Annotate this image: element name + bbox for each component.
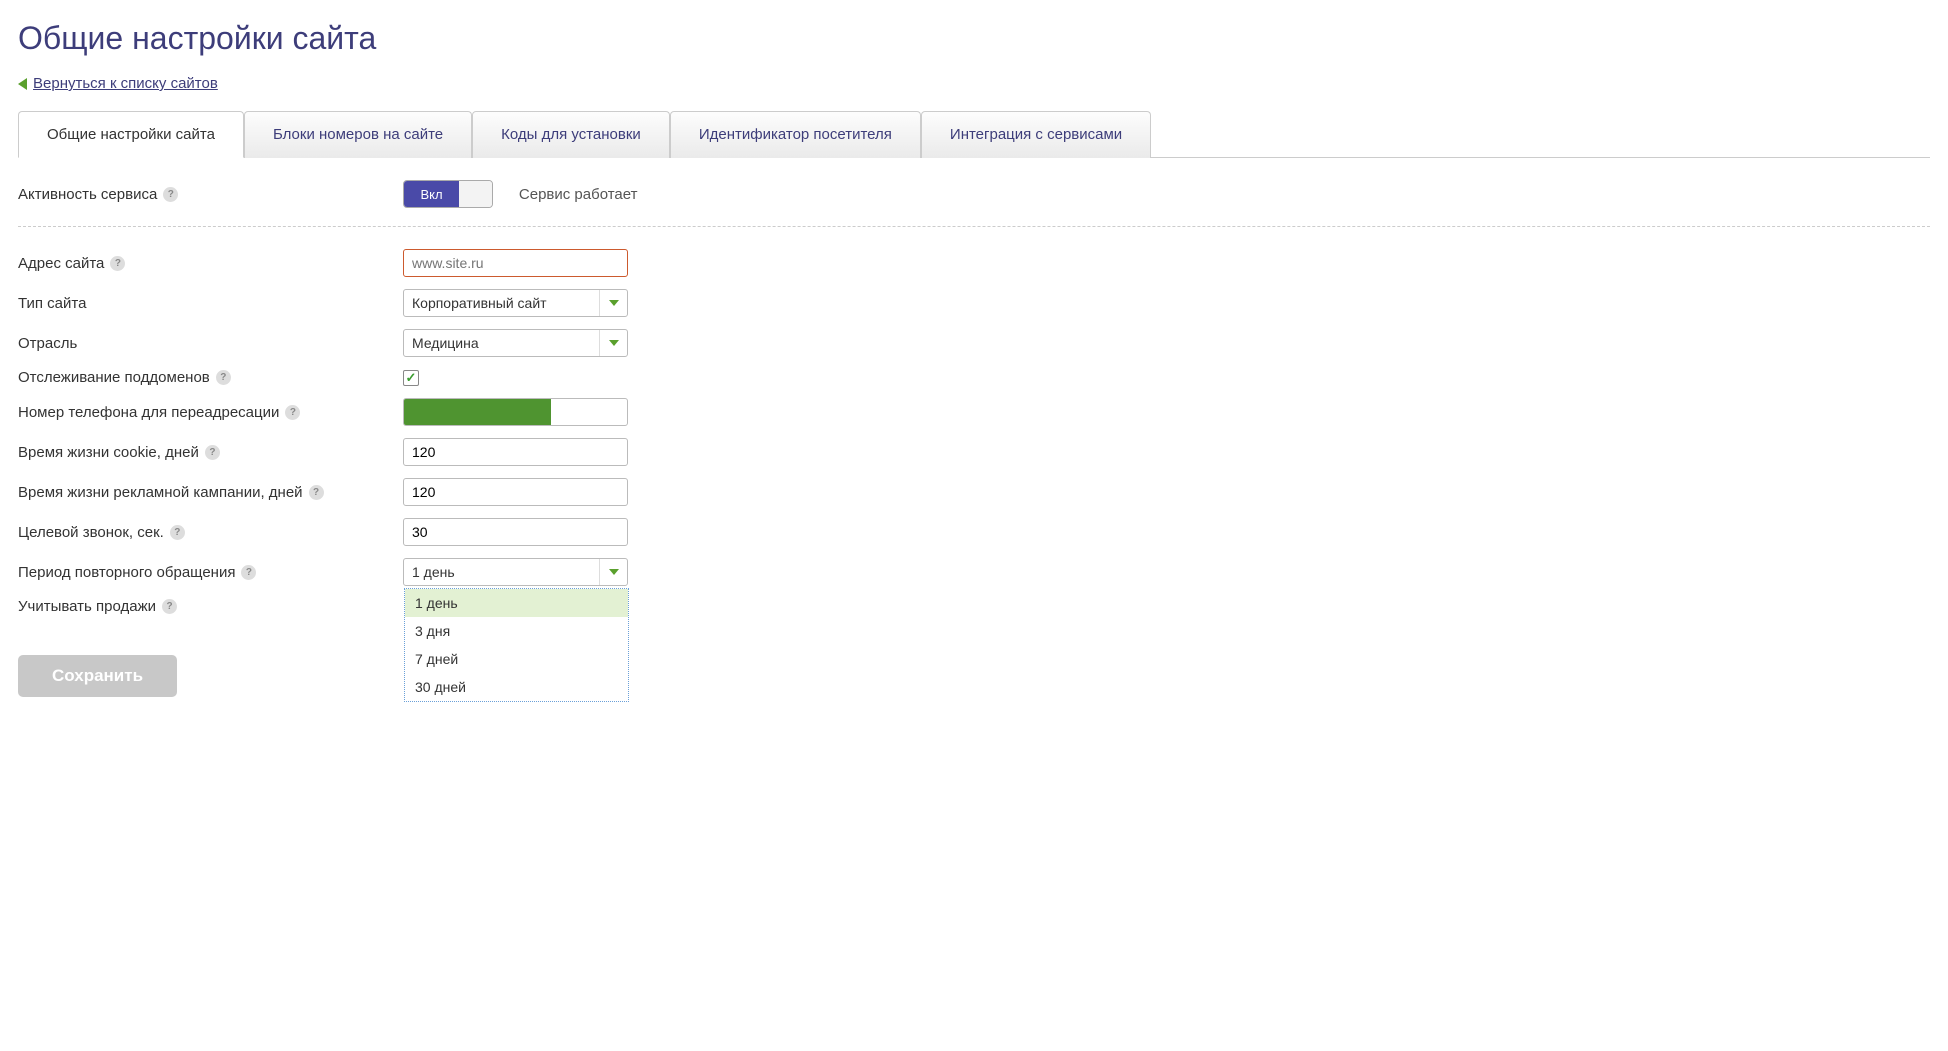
tabs-container: Общие настройки сайта Блоки номеров на с…	[18, 110, 1930, 158]
cookie-input[interactable]	[403, 438, 628, 466]
tab-general[interactable]: Общие настройки сайта	[18, 111, 244, 158]
campaign-input[interactable]	[403, 478, 628, 506]
row-activity: Активность сервиса ? Вкл Сервис работает	[18, 180, 1930, 208]
row-industry: Отрасль Медицина	[18, 329, 1930, 357]
row-campaign: Время жизни рекламной кампании, дней ?	[18, 478, 1930, 506]
help-icon[interactable]: ?	[110, 256, 125, 271]
industry-label: Отрасль	[18, 335, 77, 352]
site-address-label: Адрес сайта	[18, 255, 104, 272]
tab-integrations[interactable]: Интеграция с сервисами	[921, 111, 1151, 158]
tab-visitor-id[interactable]: Идентификатор посетителя	[670, 111, 921, 158]
chevron-down-icon	[599, 290, 627, 316]
row-phone: Номер телефона для переадресации ?	[18, 398, 1930, 426]
help-icon[interactable]: ?	[170, 525, 185, 540]
save-button[interactable]: Сохранить	[18, 655, 177, 697]
help-icon[interactable]: ?	[163, 187, 178, 202]
help-icon[interactable]: ?	[241, 565, 256, 580]
help-icon[interactable]: ?	[216, 370, 231, 385]
divider	[18, 226, 1930, 227]
chevron-down-icon	[599, 330, 627, 356]
status-text: Сервис работает	[519, 186, 638, 203]
repeat-dropdown: 1 день 3 дня 7 дней 30 дней	[404, 588, 629, 702]
tab-install-codes[interactable]: Коды для установки	[472, 111, 670, 158]
help-icon[interactable]: ?	[162, 599, 177, 614]
activity-toggle[interactable]: Вкл	[403, 180, 493, 208]
repeat-option[interactable]: 3 дня	[405, 617, 628, 645]
repeat-option[interactable]: 30 дней	[405, 673, 628, 701]
site-type-select[interactable]: Корпоративный сайт	[403, 289, 628, 317]
industry-value: Медицина	[404, 330, 599, 356]
arrow-left-icon	[18, 78, 27, 90]
row-site-type: Тип сайта Корпоративный сайт	[18, 289, 1930, 317]
help-icon[interactable]: ?	[309, 485, 324, 500]
subdomain-label: Отслеживание поддоменов	[18, 369, 210, 386]
row-target-call: Целевой звонок, сек. ?	[18, 518, 1930, 546]
toggle-on-label: Вкл	[404, 181, 459, 207]
subdomain-checkbox[interactable]: ✓	[403, 370, 419, 386]
phone-input[interactable]	[403, 398, 628, 426]
activity-label: Активность сервиса	[18, 186, 157, 203]
industry-select[interactable]: Медицина	[403, 329, 628, 357]
cookie-label: Время жизни cookie, дней	[18, 444, 199, 461]
sales-label: Учитывать продажи	[18, 598, 156, 615]
page-title: Общие настройки сайта	[18, 20, 1930, 57]
repeat-option[interactable]: 7 дней	[405, 645, 628, 673]
row-subdomain: Отслеживание поддоменов ? ✓	[18, 369, 1930, 386]
row-repeat: Период повторного обращения ? 1 день 1 д…	[18, 558, 1930, 586]
phone-fill	[404, 399, 551, 425]
site-address-input[interactable]	[403, 249, 628, 277]
repeat-option[interactable]: 1 день	[405, 589, 628, 617]
phone-label: Номер телефона для переадресации	[18, 404, 279, 421]
campaign-label: Время жизни рекламной кампании, дней	[18, 484, 303, 501]
row-sales: Учитывать продажи ?	[18, 598, 1930, 615]
row-cookie: Время жизни cookie, дней ?	[18, 438, 1930, 466]
chevron-down-icon	[599, 559, 627, 585]
tab-number-blocks[interactable]: Блоки номеров на сайте	[244, 111, 472, 158]
row-site-address: Адрес сайта ?	[18, 249, 1930, 277]
repeat-value: 1 день	[404, 559, 599, 585]
site-type-label: Тип сайта	[18, 295, 86, 312]
target-call-input[interactable]	[403, 518, 628, 546]
site-type-value: Корпоративный сайт	[404, 290, 599, 316]
back-link-text[interactable]: Вернуться к списку сайтов	[33, 75, 218, 92]
help-icon[interactable]: ?	[285, 405, 300, 420]
target-call-label: Целевой звонок, сек.	[18, 524, 164, 541]
back-link[interactable]: Вернуться к списку сайтов	[18, 75, 1930, 92]
toggle-off-knob	[459, 181, 492, 207]
repeat-label: Период повторного обращения	[18, 564, 235, 581]
repeat-select[interactable]: 1 день 1 день 3 дня 7 дней 30 дней	[403, 558, 628, 586]
help-icon[interactable]: ?	[205, 445, 220, 460]
